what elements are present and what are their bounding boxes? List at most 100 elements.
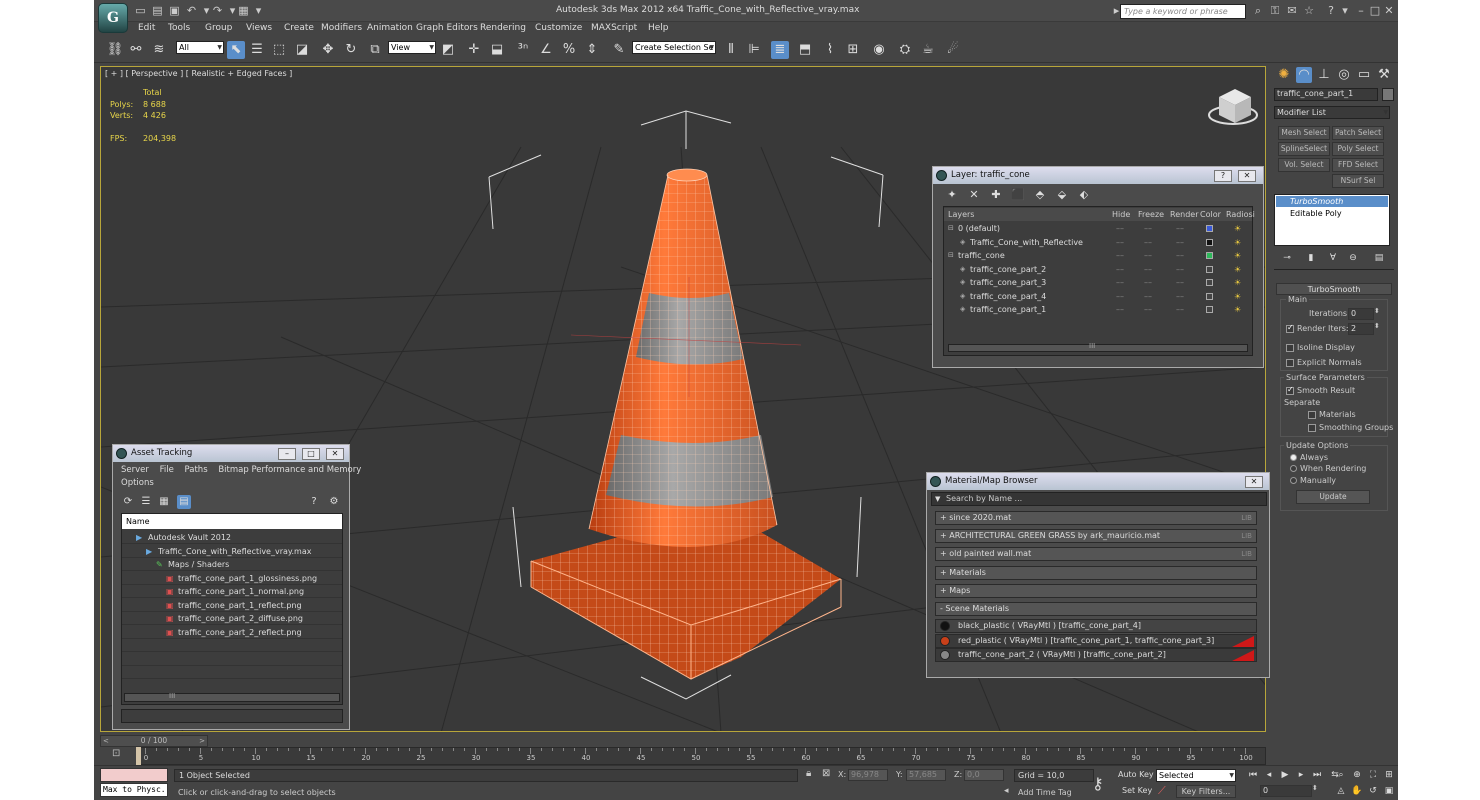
align-icon[interactable]: ⊫: [745, 41, 763, 59]
layer-help-button[interactable]: ?: [1214, 170, 1232, 182]
keyboard-shortcut-icon[interactable]: ⬓: [488, 41, 506, 59]
ffd-select-button[interactable]: FFD Select: [1332, 158, 1384, 172]
radiosity-icon[interactable]: ☀: [1234, 263, 1241, 276]
select-manipulate-icon[interactable]: ✛: [465, 41, 483, 59]
layer-toggle-dash[interactable]: ––: [1144, 290, 1152, 303]
z-coordinate-field[interactable]: 0,0: [964, 769, 1004, 781]
asset-menu-bitmap[interactable]: Bitmap Performance and Memory: [218, 465, 361, 475]
asset-row[interactable]: ▣ traffic_cone_part_1_normal.png: [122, 585, 342, 598]
favorites-star-icon[interactable]: ☆: [1302, 4, 1316, 18]
asset-close-button[interactable]: ✕: [326, 448, 344, 460]
menu-customize[interactable]: Customize: [535, 23, 582, 33]
utilities-tab-icon[interactable]: ⚒: [1376, 67, 1392, 83]
go-to-start-icon[interactable]: ⏮: [1246, 768, 1260, 782]
asset-settings-icon[interactable]: ⚙: [327, 495, 341, 509]
maximize-icon[interactable]: □: [1368, 4, 1382, 18]
table-view-icon[interactable]: ▤: [177, 495, 191, 509]
angle-snap-icon[interactable]: ∠: [537, 41, 555, 59]
patch-select-button[interactable]: Patch Select: [1332, 126, 1384, 140]
asset-scroll-grip[interactable]: III: [169, 692, 175, 700]
schematic-view-icon[interactable]: ⊞: [844, 41, 862, 59]
menu-maxscript[interactable]: MAXScript: [591, 23, 637, 33]
spline-select-button[interactable]: SplineSelect: [1278, 142, 1330, 156]
layer-toggle-dash[interactable]: ––: [1144, 263, 1152, 276]
layer-toggle-dash[interactable]: ––: [1176, 236, 1184, 249]
select-move-icon[interactable]: ✥: [319, 41, 337, 59]
rendered-frame-icon[interactable]: ☕: [919, 41, 937, 59]
modifier-list-dropdown[interactable]: Modifier List: [1274, 106, 1390, 119]
previous-frame-icon[interactable]: ◂: [1262, 768, 1276, 782]
layer-row[interactable]: traffic_cone ⊟ –– –– –– ☀: [944, 249, 1252, 262]
subscription-icon[interactable]: ⚿: [1268, 4, 1282, 18]
select-object-icon[interactable]: ⬉: [227, 41, 245, 59]
always-row[interactable]: Always: [1290, 453, 1328, 462]
col-freeze[interactable]: Freeze: [1138, 208, 1164, 221]
hierarchy-tab-icon[interactable]: ⊥: [1316, 67, 1332, 83]
keyword-search-input[interactable]: Type a keyword or phrase: [1120, 4, 1246, 19]
curve-editor-icon[interactable]: ⌇: [821, 41, 839, 59]
app-logo-icon[interactable]: G: [98, 3, 128, 33]
col-layers[interactable]: Layers: [948, 208, 974, 221]
layer-toggle-dash[interactable]: ––: [1116, 303, 1124, 316]
project-folder-icon[interactable]: ▦: [237, 4, 250, 18]
timeline-track[interactable]: 0 5 10 15 20 25 30 35 40 45 50 55 60 65 70 75 80 85 90 95 10…: [136, 747, 1266, 765]
orbit-icon[interactable]: ↺: [1366, 784, 1380, 798]
minimize-icon[interactable]: –: [1354, 4, 1368, 18]
reference-coordinate-dropdown[interactable]: View: [388, 41, 436, 54]
binoculars-icon[interactable]: ⌕: [1251, 4, 1265, 18]
add-time-tag[interactable]: Add Time Tag: [1018, 788, 1072, 797]
menu-help[interactable]: Help: [648, 23, 669, 33]
layer-row[interactable]: traffic_cone_part_1 ◈ –– –– –– ☀: [944, 303, 1252, 316]
snaps-toggle-icon[interactable]: ³ⁿ: [514, 41, 532, 59]
asset-menu-options[interactable]: Options: [121, 478, 154, 488]
key-filter-icon[interactable]: ⟋: [1158, 784, 1166, 798]
stack-turbosmooth[interactable]: TurboSmooth: [1276, 196, 1388, 207]
menu-create[interactable]: Create: [284, 23, 314, 33]
when-rendering-radio[interactable]: [1290, 465, 1297, 472]
turbosmooth-rollout-title[interactable]: TurboSmooth: [1276, 283, 1392, 295]
x-coordinate-field[interactable]: 96,978: [848, 769, 888, 781]
display-tab-icon[interactable]: ▭: [1356, 67, 1372, 83]
render-iters-checkbox[interactable]: [1286, 323, 1294, 333]
stack-editable-poly[interactable]: Editable Poly: [1276, 208, 1388, 219]
materials-checkbox[interactable]: [1308, 410, 1316, 419]
iterations-spinner[interactable]: 0: [1348, 308, 1374, 320]
asset-menu-file[interactable]: File: [160, 465, 174, 475]
material-library-group[interactable]: + ARCHITECTURAL GREEN GRASS by ark_mauri…: [935, 529, 1257, 544]
set-key-button[interactable]: Set Key: [1122, 786, 1152, 795]
layer-toggle-dash[interactable]: ––: [1116, 236, 1124, 249]
isoline-row[interactable]: Isoline Display: [1286, 343, 1355, 352]
smoothing-groups-checkbox[interactable]: [1308, 423, 1316, 432]
smooth-result-checkbox[interactable]: [1286, 385, 1294, 395]
close-window-icon[interactable]: ✕: [1382, 4, 1396, 18]
current-frame-spinner-icon[interactable]: ⬍: [1312, 784, 1318, 792]
asset-row[interactable]: ▣ traffic_cone_part_1_reflect.png: [122, 599, 342, 612]
list-view-icon[interactable]: ☰: [139, 495, 153, 509]
add-to-layer-icon[interactable]: ✚: [987, 186, 1005, 204]
zoom-all-icon[interactable]: ⊕: [1350, 768, 1364, 782]
modify-tab-icon[interactable]: ◠: [1296, 67, 1312, 83]
asset-help-icon[interactable]: ?: [307, 495, 321, 509]
highlight-selected-icon[interactable]: ⬘: [1031, 186, 1049, 204]
named-selection-dropdown[interactable]: Create Selection Se: [632, 41, 716, 54]
graphite-ribbon-icon[interactable]: ⬒: [796, 41, 814, 59]
motion-tab-icon[interactable]: ◎: [1336, 67, 1352, 83]
show-end-result-icon[interactable]: ▮: [1304, 251, 1318, 265]
traffic-cone-model[interactable]: [530, 168, 842, 680]
edit-named-selection-icon[interactable]: ✎: [610, 41, 628, 59]
radiosity-icon[interactable]: ☀: [1234, 303, 1241, 316]
asset-row[interactable]: ▣ traffic_cone_part_2_diffuse.png: [122, 612, 342, 625]
poly-select-button[interactable]: Poly Select: [1332, 142, 1384, 156]
layer-expand-icon[interactable]: ◈: [960, 263, 965, 276]
layer-toggle-dash[interactable]: ––: [1176, 303, 1184, 316]
smoothing-groups-row[interactable]: Smoothing Groups: [1308, 423, 1393, 432]
layer-color-swatch[interactable]: [1206, 265, 1213, 273]
field-of-view-icon[interactable]: ◬: [1334, 784, 1348, 798]
col-render[interactable]: Render: [1170, 208, 1198, 221]
update-button[interactable]: Update: [1296, 490, 1370, 504]
menu-edit[interactable]: Edit: [138, 23, 155, 33]
key-mode-dropdown[interactable]: Selected: [1156, 769, 1236, 782]
next-frame-icon[interactable]: ▸: [1294, 768, 1308, 782]
asset-row[interactable]: ✎ Maps / Shaders: [122, 558, 342, 571]
material-library-group[interactable]: + Maps: [935, 583, 1257, 598]
